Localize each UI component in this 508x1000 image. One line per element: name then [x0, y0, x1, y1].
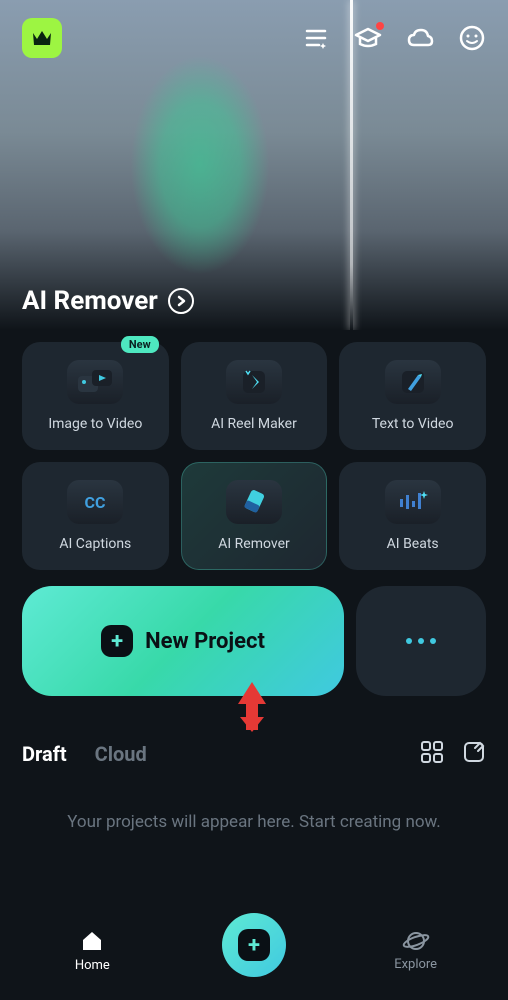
- new-project-button[interactable]: + New Project: [22, 586, 344, 696]
- feature-image-to-video[interactable]: New Image to Video: [22, 342, 169, 450]
- bottom-nav: Home + Explore: [0, 900, 508, 1000]
- cloud-button[interactable]: [406, 24, 434, 52]
- planet-icon: [402, 929, 430, 953]
- image-to-video-icon: [67, 360, 123, 404]
- list-sparkle-icon: [303, 27, 329, 49]
- beats-icon: [385, 480, 441, 524]
- action-row: + New Project: [22, 586, 486, 696]
- feature-label: Image to Video: [48, 416, 142, 432]
- feature-label: Text to Video: [372, 416, 454, 432]
- feature-label: AI Reel Maker: [211, 416, 297, 432]
- grid-icon: [420, 740, 444, 764]
- remover-icon: [226, 480, 282, 524]
- dot-icon: [406, 638, 412, 644]
- feature-label: AI Remover: [218, 536, 289, 552]
- tabs-right: [420, 740, 486, 768]
- nav-explore-label: Explore: [394, 957, 437, 972]
- svg-text:CC: CC: [85, 493, 106, 512]
- crown-icon: [31, 29, 53, 47]
- feature-label: AI Beats: [387, 536, 439, 552]
- empty-state-message: Your projects will appear here. Start cr…: [40, 810, 468, 836]
- edit-icon: [462, 740, 486, 764]
- feature-ai-remover[interactable]: AI Remover: [181, 462, 328, 570]
- top-bar: [0, 0, 508, 76]
- more-button[interactable]: [356, 586, 486, 696]
- nav-create-button[interactable]: +: [222, 913, 286, 977]
- nav-home-label: Home: [75, 958, 110, 973]
- plus-icon: +: [101, 625, 133, 657]
- nav-home[interactable]: Home: [37, 928, 147, 973]
- feature-ai-beats[interactable]: AI Beats: [339, 462, 486, 570]
- feature-ai-captions[interactable]: CC AI Captions: [22, 462, 169, 570]
- text-to-video-icon: [385, 360, 441, 404]
- dot-icon: [430, 638, 436, 644]
- feature-ai-reel-maker[interactable]: AI Reel Maker: [181, 342, 328, 450]
- smiley-icon: [459, 25, 485, 51]
- tasks-button[interactable]: [302, 24, 330, 52]
- edit-button[interactable]: [462, 740, 486, 768]
- new-project-label: New Project: [145, 629, 265, 654]
- notification-dot: [376, 22, 384, 30]
- tab-cloud[interactable]: Cloud: [95, 742, 147, 766]
- hero-title-text: AI Remover: [22, 286, 158, 316]
- feature-text-to-video[interactable]: Text to Video: [339, 342, 486, 450]
- profile-button[interactable]: [458, 24, 486, 52]
- captions-icon: CC: [67, 480, 123, 524]
- premium-badge[interactable]: [22, 18, 62, 58]
- features-grid: New Image to Video AI Reel Maker: [22, 342, 486, 570]
- reel-maker-icon: [226, 360, 282, 404]
- nav-explore[interactable]: Explore: [361, 929, 471, 972]
- instruction-arrow: [232, 682, 272, 736]
- grid-view-button[interactable]: [420, 740, 444, 768]
- top-icons-group: [302, 24, 486, 52]
- home-icon: [79, 928, 105, 954]
- dot-icon: [418, 638, 424, 644]
- feature-label: AI Captions: [59, 536, 131, 552]
- plus-icon: +: [238, 929, 270, 961]
- new-badge: New: [121, 336, 159, 353]
- academy-button[interactable]: [354, 24, 382, 52]
- cloud-icon: [406, 27, 434, 49]
- tab-draft[interactable]: Draft: [22, 742, 67, 766]
- tabs-left: Draft Cloud: [22, 742, 147, 766]
- chevron-right-icon: [168, 288, 194, 314]
- project-tabs-row: Draft Cloud: [22, 740, 486, 768]
- hero-title-link[interactable]: AI Remover: [22, 286, 194, 316]
